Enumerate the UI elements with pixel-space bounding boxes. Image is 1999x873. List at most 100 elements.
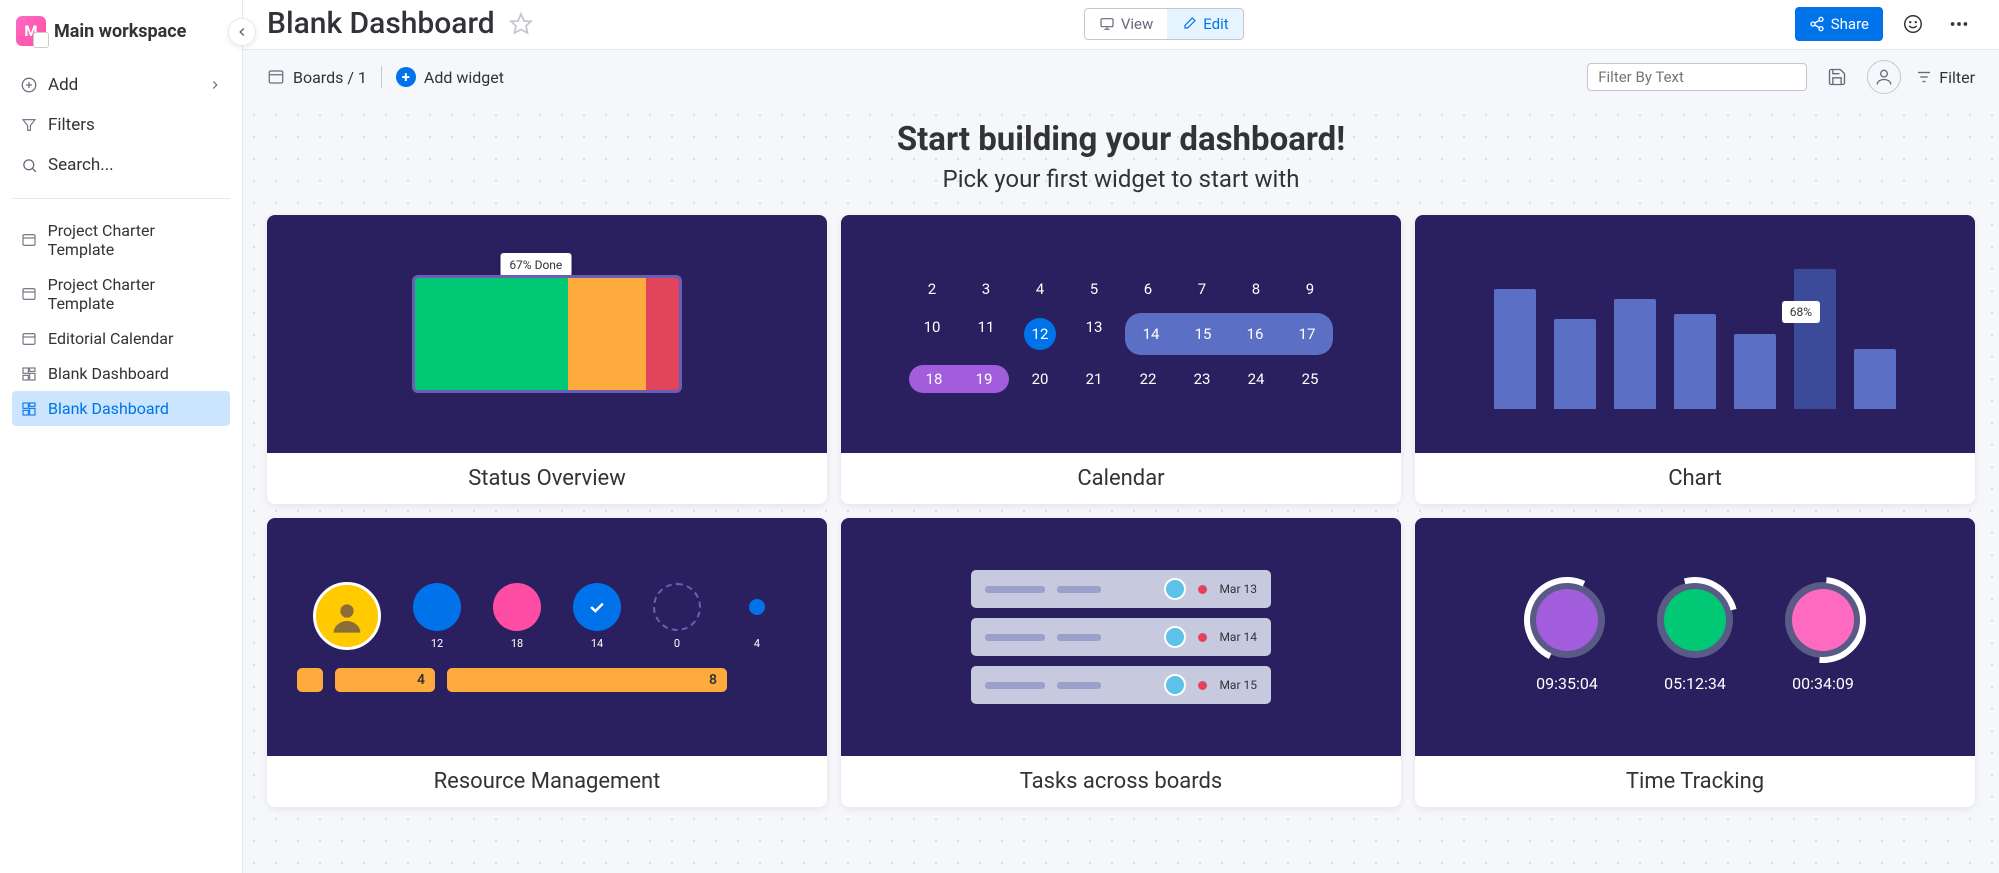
plus-icon: + [396, 67, 416, 87]
widget-tasks-across-boards[interactable]: Mar 13 Mar 14 Mar 15 Tasks across boards [841, 518, 1401, 807]
monitor-icon [1099, 16, 1115, 32]
time-tracking-row: 09:35:0405:12:3400:34:09 [1529, 582, 1861, 693]
resource-bar-med: 4 [335, 668, 435, 692]
board-icon [20, 331, 38, 347]
view-button[interactable]: View [1085, 9, 1167, 39]
nav-filters[interactable]: Filters [12, 106, 230, 144]
topbar-right: Share [1795, 7, 1975, 41]
canvas-heading: Start building your dashboard! [897, 120, 1345, 159]
widget-status-overview[interactable]: 67% Done Status Overview [267, 215, 827, 504]
time-avatar [1529, 582, 1605, 658]
filter-text-field[interactable] [1598, 68, 1797, 86]
save-icon[interactable] [1821, 61, 1853, 93]
time-tracking-item: 05:12:34 [1657, 582, 1733, 693]
widget-label: Status Overview [267, 453, 827, 504]
separator [381, 66, 382, 88]
divider [12, 198, 230, 199]
collapse-sidebar-button[interactable] [228, 18, 256, 46]
task-row: Mar 13 [971, 570, 1271, 608]
filter-text-input[interactable] [1587, 63, 1807, 91]
task-row: Mar 14 [971, 618, 1271, 656]
task-list: Mar 13 Mar 14 Mar 15 [971, 570, 1271, 704]
resource-circles: 12181404 [297, 582, 797, 650]
sidebar-item-board[interactable]: Project Charter Template [12, 267, 230, 321]
star-icon[interactable] [509, 12, 533, 36]
workspace-header[interactable]: M Main workspace [12, 16, 230, 46]
board-icon [20, 401, 38, 417]
canvas-subheading: Pick your first widget to start with [943, 165, 1300, 193]
widget-preview: Mar 13 Mar 14 Mar 15 [841, 518, 1401, 756]
add-widget-label: Add widget [424, 68, 504, 87]
edit-button[interactable]: Edit [1167, 9, 1242, 39]
edit-label: Edit [1203, 15, 1228, 33]
widget-label: Chart [1415, 453, 1975, 504]
battery-icon [412, 275, 682, 393]
widget-grid: 67% Done Status Overview 234567891011121… [267, 215, 1975, 807]
nav-search[interactable]: Search... [12, 146, 230, 184]
board-label: Blank Dashboard [48, 364, 169, 383]
share-label: Share [1831, 15, 1869, 33]
board-icon [267, 68, 285, 86]
widget-resource-management[interactable]: 12181404 4 8 Resource Management [267, 518, 827, 807]
chart-bar [1674, 314, 1716, 409]
task-date: Mar 15 [1219, 678, 1257, 692]
board-label: Project Charter Template [48, 221, 222, 259]
chart-bar [1554, 319, 1596, 409]
filter-icon [1915, 68, 1933, 86]
boards-count[interactable]: Boards / 1 [267, 68, 367, 87]
sidebar-item-board[interactable]: Blank Dashboard [12, 356, 230, 391]
nav-add[interactable]: Add [12, 66, 230, 104]
nav-filters-label: Filters [48, 115, 95, 135]
toolbar-right: Filter [1587, 60, 1975, 94]
boards-count-label: Boards / 1 [293, 68, 367, 87]
chart-bar [1494, 289, 1536, 409]
widget-preview: 67% Done [267, 215, 827, 453]
toolbar-left: Boards / 1 + Add widget [267, 66, 504, 88]
sidebar: M Main workspace Add Filters Search... P… [0, 0, 243, 873]
board-label: Blank Dashboard [48, 399, 169, 418]
widget-calendar[interactable]: 2345678910111213141516171819202122232425… [841, 215, 1401, 504]
add-widget-button[interactable]: + Add widget [396, 67, 504, 87]
widget-time-tracking[interactable]: 09:35:0405:12:3400:34:09 Time Tracking [1415, 518, 1975, 807]
task-date: Mar 14 [1219, 630, 1257, 644]
sidebar-item-board[interactable]: Editorial Calendar [12, 321, 230, 356]
workspace-icon: M [16, 16, 46, 46]
share-icon [1809, 16, 1825, 32]
share-button[interactable]: Share [1795, 7, 1883, 41]
edit-icon [1181, 16, 1197, 32]
chevron-left-icon [235, 25, 249, 39]
filter-icon [20, 117, 38, 133]
view-edit-toggle: View Edit [1084, 8, 1244, 40]
topbar-center: View Edit [547, 8, 1781, 40]
task-row: Mar 15 [971, 666, 1271, 704]
time-avatar [1657, 582, 1733, 658]
widget-chart[interactable]: 68% Chart [1415, 215, 1975, 504]
board-icon [20, 232, 38, 248]
avatar [1164, 578, 1186, 600]
workspace-title: Main workspace [54, 21, 186, 42]
canvas: Start building your dashboard! Pick your… [243, 104, 1999, 873]
sidebar-item-board[interactable]: Blank Dashboard [12, 391, 230, 426]
chart-bar [1614, 299, 1656, 409]
time-tracking-item: 00:34:09 [1785, 582, 1861, 693]
user-avatar[interactable] [1867, 60, 1901, 94]
topbar: Blank Dashboard View Edit Share [243, 0, 1999, 49]
widget-preview: 12181404 4 8 [267, 518, 827, 756]
more-menu-icon[interactable] [1943, 8, 1975, 40]
filter-button[interactable]: Filter [1915, 68, 1975, 87]
resource-bars: 4 8 [297, 668, 797, 692]
bar-chart: 68% [1484, 259, 1906, 409]
sidebar-item-board[interactable]: Project Charter Template [12, 213, 230, 267]
status-tooltip: 67% Done [500, 253, 571, 277]
board-list: Project Charter Template Project Charter … [12, 213, 230, 426]
plus-circle-icon [20, 76, 38, 94]
widget-label: Resource Management [267, 756, 827, 807]
avatar [1164, 626, 1186, 648]
smiley-icon[interactable] [1897, 8, 1929, 40]
widget-preview: 09:35:0405:12:3400:34:09 [1415, 518, 1975, 756]
widget-preview: 2345678910111213141516171819202122232425 [841, 215, 1401, 453]
widget-label: Time Tracking [1415, 756, 1975, 807]
nav-add-label: Add [48, 75, 78, 95]
widget-label: Tasks across boards [841, 756, 1401, 807]
main: Blank Dashboard View Edit Share [243, 0, 1999, 873]
